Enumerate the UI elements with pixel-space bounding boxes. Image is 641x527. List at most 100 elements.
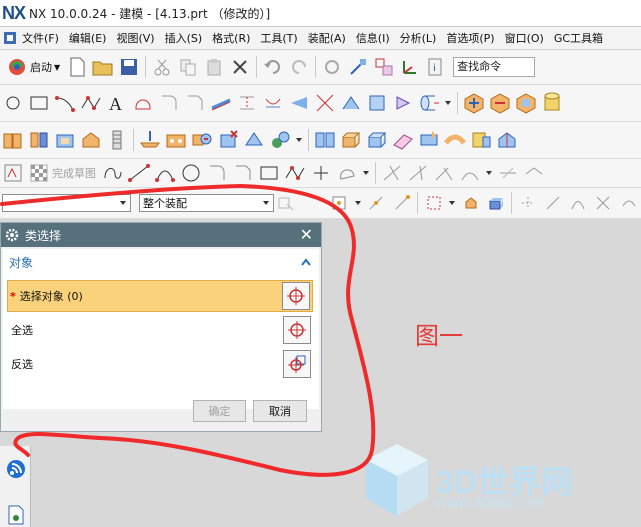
chamfer-icon[interactable] xyxy=(80,129,102,151)
shell-icon[interactable] xyxy=(54,129,76,151)
studio-spline-icon[interactable] xyxy=(284,162,306,184)
mirror-curve-icon[interactable] xyxy=(497,162,519,184)
fillet-curve-icon[interactable] xyxy=(158,92,180,114)
invert-selection-button[interactable] xyxy=(283,350,311,378)
undo-icon[interactable] xyxy=(262,56,284,78)
sweep-icon[interactable] xyxy=(418,129,440,151)
object-group-header[interactable]: 对象 xyxy=(3,249,319,275)
menu-assembly[interactable]: 装配(A) xyxy=(303,30,351,46)
cut-icon[interactable] xyxy=(151,56,173,78)
selection-scope-icon[interactable] xyxy=(276,192,297,214)
unite-icon[interactable] xyxy=(463,92,485,114)
rectangle-icon[interactable] xyxy=(28,92,50,114)
variational-sweep-icon[interactable] xyxy=(470,129,492,151)
menu-format[interactable]: 格式(R) xyxy=(207,30,255,46)
sew-icon[interactable] xyxy=(496,129,518,151)
sketch-arc-icon[interactable] xyxy=(154,162,176,184)
snap-point-icon[interactable] xyxy=(329,192,350,214)
select-rectangle-icon[interactable] xyxy=(423,192,444,214)
save-icon[interactable] xyxy=(118,56,140,78)
dropdown-icon[interactable] xyxy=(448,192,456,214)
boolean-subtract-icon[interactable] xyxy=(191,129,213,151)
dropdown-icon[interactable] xyxy=(362,162,370,184)
finish-sketch-label[interactable]: 完成草图 xyxy=(52,165,96,181)
menu-view[interactable]: 视图(V) xyxy=(111,30,159,46)
sketch-chamfer-icon[interactable] xyxy=(232,162,254,184)
snap-midpoint-icon[interactable] xyxy=(366,192,387,214)
info-icon[interactable]: i xyxy=(425,56,447,78)
select-objects-button[interactable] xyxy=(282,282,310,310)
tube-icon[interactable] xyxy=(444,129,466,151)
mirror-feature-icon[interactable] xyxy=(28,129,50,151)
composite-curve-icon[interactable] xyxy=(392,92,414,114)
point-icon[interactable] xyxy=(2,92,24,114)
line-icon[interactable] xyxy=(128,162,150,184)
dropdown-icon[interactable] xyxy=(444,92,452,114)
trim-curve-icon[interactable] xyxy=(314,92,336,114)
extrude-icon[interactable] xyxy=(418,92,440,114)
quick-trim-icon[interactable] xyxy=(381,162,403,184)
bridge-curve-icon[interactable] xyxy=(340,92,362,114)
make-corner-icon[interactable] xyxy=(433,162,455,184)
rss-feed-icon[interactable] xyxy=(5,458,27,480)
intersect-icon[interactable] xyxy=(515,92,537,114)
profile-icon[interactable] xyxy=(102,162,124,184)
block-icon[interactable] xyxy=(366,129,388,151)
snap-tangent-icon[interactable] xyxy=(543,192,564,214)
polygon-icon[interactable] xyxy=(336,162,358,184)
open-folder-icon[interactable] xyxy=(92,56,114,78)
split-curve-icon[interactable] xyxy=(366,92,388,114)
type-filter-select[interactable] xyxy=(2,194,131,212)
app-menu-icon[interactable] xyxy=(2,27,18,49)
finish-sketch-icon[interactable] xyxy=(28,162,50,184)
dialog-title-bar[interactable]: 类选择 ✕ xyxy=(1,223,321,247)
thread-icon[interactable] xyxy=(106,129,128,151)
menu-file[interactable]: 文件(F) xyxy=(20,30,64,46)
menu-info[interactable]: 信息(I) xyxy=(351,30,395,46)
redo-icon[interactable] xyxy=(288,56,310,78)
document-icon[interactable] xyxy=(5,504,27,526)
offset-face-icon[interactable] xyxy=(243,129,265,151)
copy-icon[interactable] xyxy=(177,56,199,78)
snap-endpoint-icon[interactable] xyxy=(391,192,412,214)
menu-window[interactable]: 窗口(O) xyxy=(500,30,549,46)
snap-arc-center-icon[interactable] xyxy=(618,192,639,214)
pattern-icon[interactable] xyxy=(2,129,24,151)
ok-button[interactable]: 确定 xyxy=(193,400,246,422)
start-button[interactable]: 启动 ▼ xyxy=(0,56,64,78)
select-objects-row[interactable]: * 选择对象 (0) xyxy=(7,280,313,312)
chamfer-curve-icon[interactable] xyxy=(184,92,206,114)
dropdown-icon[interactable] xyxy=(295,129,303,151)
new-file-icon[interactable] xyxy=(66,56,88,78)
close-icon[interactable]: ✕ xyxy=(300,227,313,243)
arc-icon[interactable] xyxy=(54,92,76,114)
move-face-icon[interactable] xyxy=(269,129,291,151)
box-icon[interactable] xyxy=(340,129,362,151)
intersect-curve-icon[interactable] xyxy=(262,92,284,114)
section-curve-icon[interactable] xyxy=(288,92,310,114)
cylinder-icon[interactable] xyxy=(541,92,563,114)
delete-icon[interactable] xyxy=(229,56,251,78)
menu-insert[interactable]: 插入(S) xyxy=(160,30,208,46)
sketch-icon[interactable] xyxy=(2,162,24,184)
select-all-button[interactable] xyxy=(283,316,311,344)
menu-analysis[interactable]: 分析(L) xyxy=(395,30,442,46)
offset-sketch-curve-icon[interactable] xyxy=(459,162,481,184)
wcs-icon[interactable] xyxy=(399,56,421,78)
show-hide-icon[interactable] xyxy=(373,56,395,78)
menu-tools[interactable]: 工具(T) xyxy=(255,30,302,46)
text-icon[interactable]: A xyxy=(106,92,128,114)
quick-extend-icon[interactable] xyxy=(407,162,429,184)
project-curve-icon[interactable] xyxy=(236,92,258,114)
spline-icon[interactable] xyxy=(80,92,102,114)
subtract-icon[interactable] xyxy=(489,92,511,114)
snap-intersection-icon[interactable] xyxy=(593,192,614,214)
assembly-scope-select[interactable]: 整个装配 xyxy=(138,194,274,212)
dropdown-icon[interactable] xyxy=(485,162,493,184)
circle-icon[interactable] xyxy=(180,162,202,184)
shape-curve-icon[interactable] xyxy=(132,92,154,114)
snap-existing-point-icon[interactable] xyxy=(517,192,538,214)
sketch-rectangle-icon[interactable] xyxy=(258,162,280,184)
delete-face-icon[interactable] xyxy=(217,129,239,151)
sketch-point-icon[interactable] xyxy=(310,162,332,184)
